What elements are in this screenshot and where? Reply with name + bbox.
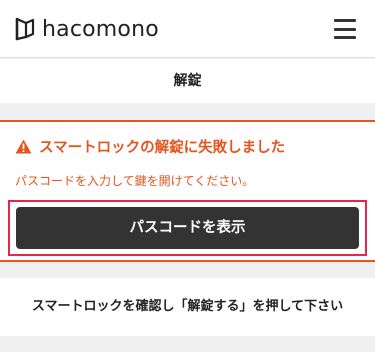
unlock-instruction: スマートロックを確認し「解錠する」を押して下さい: [0, 278, 375, 336]
menu-line: [334, 27, 356, 31]
menu-line: [334, 19, 356, 22]
hacomono-logo-icon: [15, 17, 35, 41]
brand-name: hacomono: [42, 16, 159, 42]
brand-logo[interactable]: hacomono: [14, 14, 159, 44]
app-header: hacomono: [0, 0, 375, 58]
show-passcode-button[interactable]: パスコードを表示: [16, 207, 359, 249]
alert-message: パスコードを入力して鍵を開けてください。: [15, 174, 255, 188]
menu-line: [334, 36, 356, 39]
alert-title-text: スマートロックの解錠に失敗しました: [39, 139, 286, 156]
hamburger-menu-icon[interactable]: [334, 19, 356, 39]
alert-heading: スマートロックの解錠に失敗しました: [15, 136, 285, 156]
warning-icon: [15, 139, 32, 153]
error-alert: スマートロックの解錠に失敗しました パスコードを入力して鍵を開けてください。 パ…: [0, 120, 375, 262]
page-title: 解錠: [0, 59, 375, 103]
